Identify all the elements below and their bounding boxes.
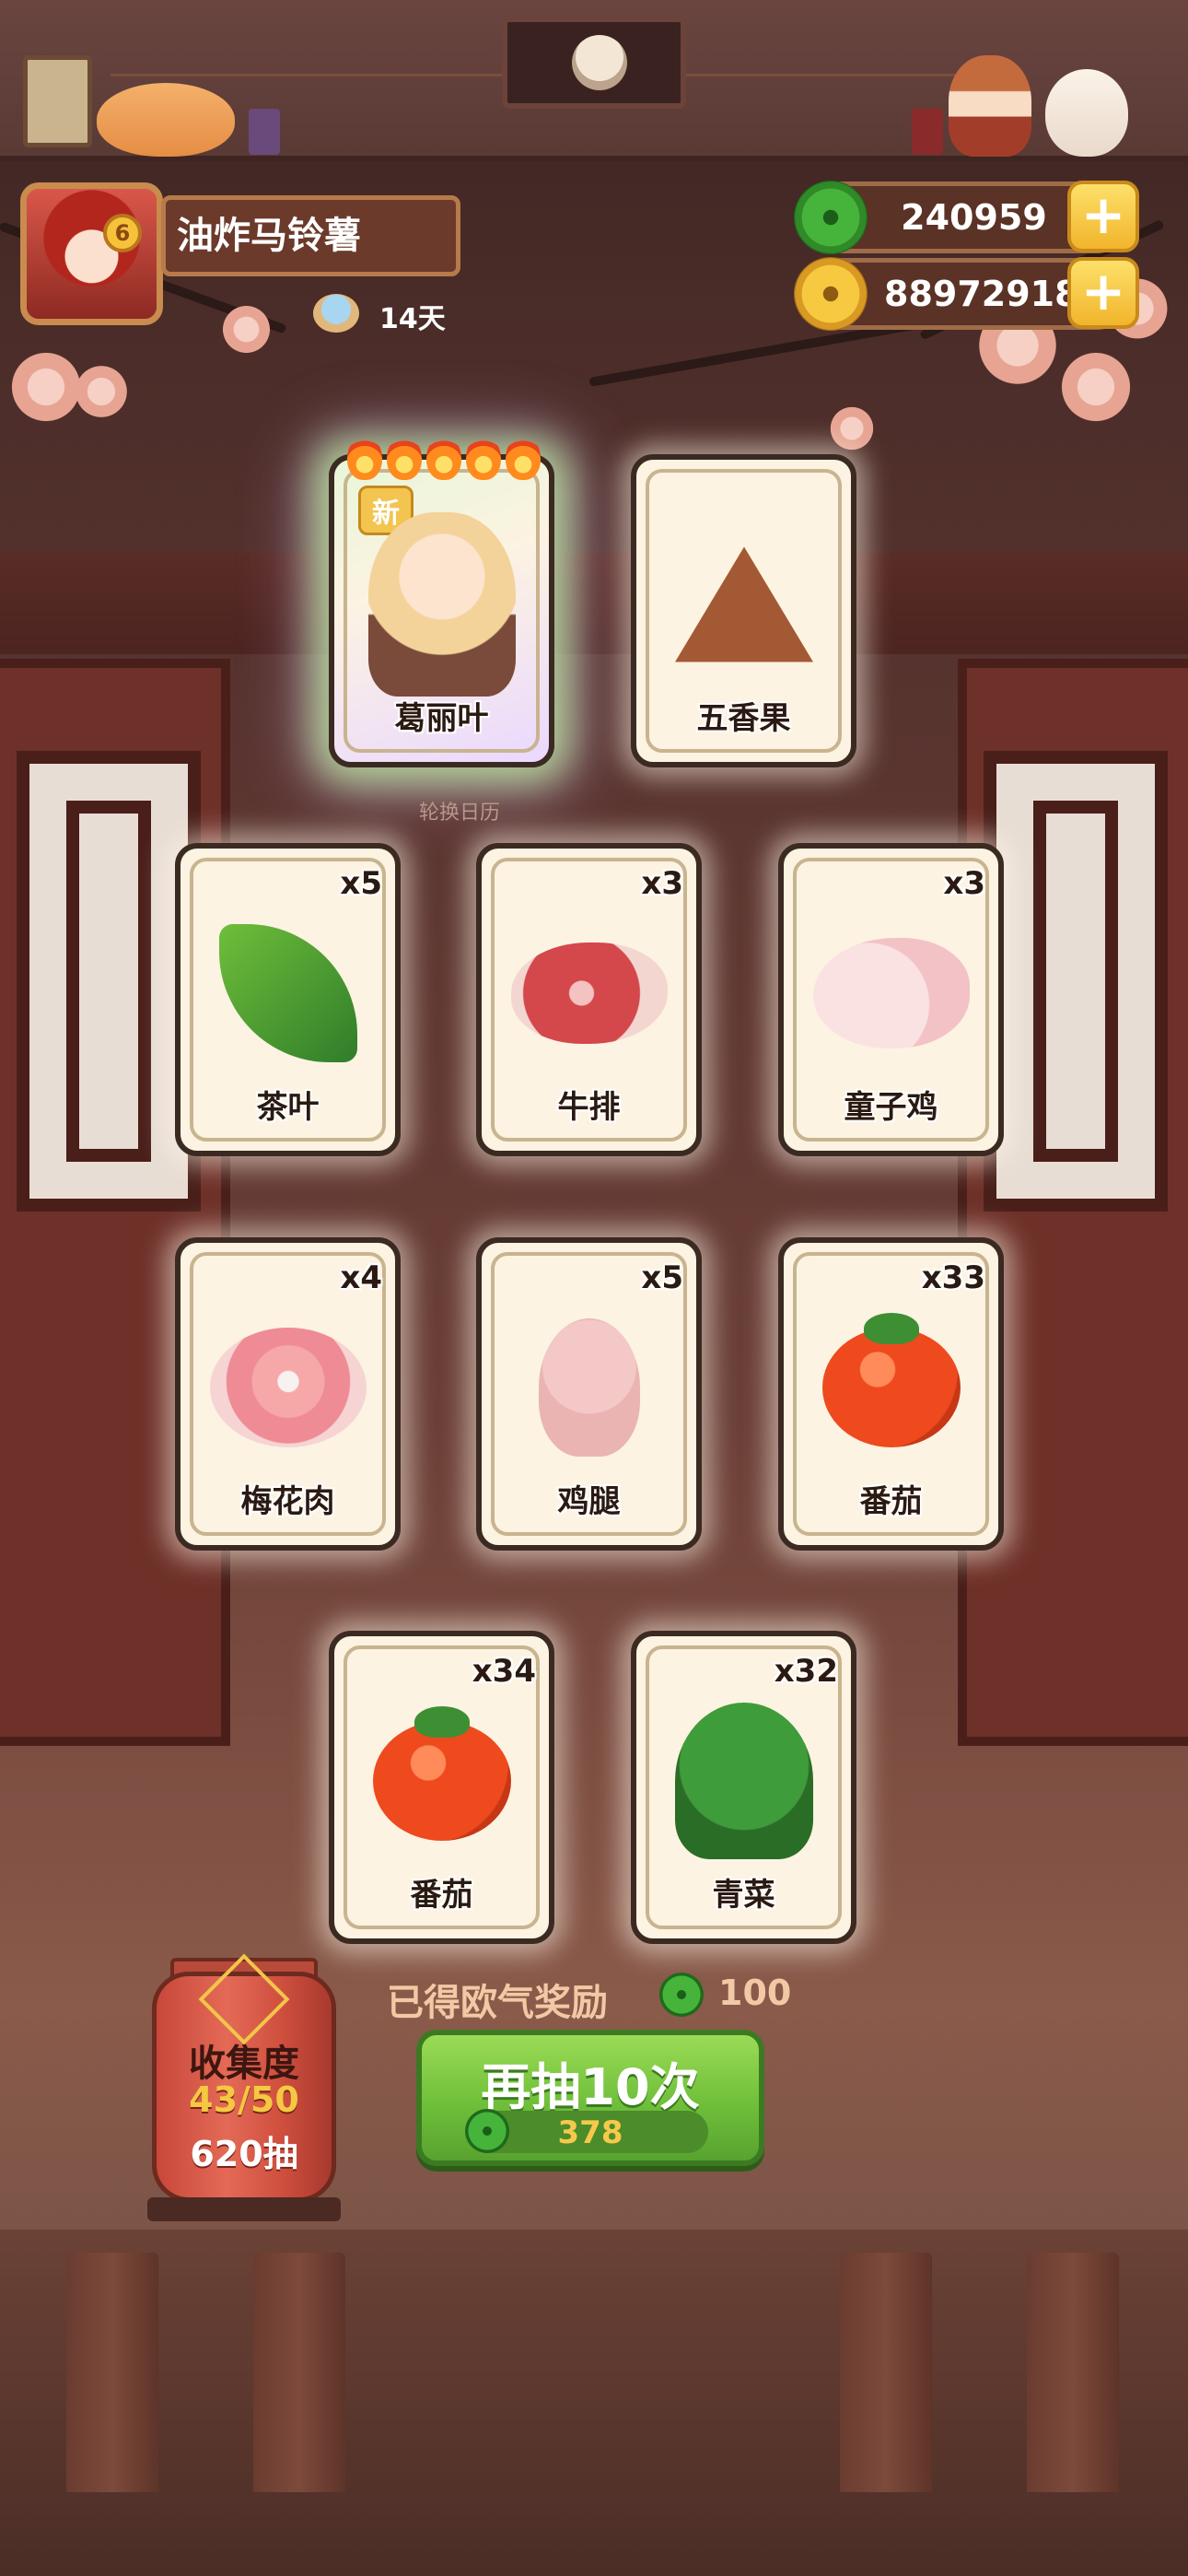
shelf-rope [111, 74, 507, 76]
spice-fruit-icon [674, 546, 813, 662]
railing-post [253, 2253, 345, 2492]
add-jade-button[interactable]: + [1067, 181, 1139, 252]
railing-post [66, 2253, 158, 2492]
draw-10-again-button[interactable]: 再抽10次 378 [416, 2030, 764, 2166]
draw-card[interactable]: x5 鸡腿 [476, 1237, 702, 1551]
card-label: 番茄 [859, 1483, 923, 1520]
lattice-door-right [958, 659, 1188, 1746]
card-quantity: x5 [340, 865, 382, 902]
draw-button-label: 再抽10次 [481, 2058, 700, 2116]
rarity-flames [347, 436, 545, 482]
card-label: 牛排 [557, 1089, 621, 1126]
draw-card[interactable]: x5 茶叶 [175, 843, 401, 1156]
card-label: 童子鸡 [844, 1089, 938, 1126]
tomato-icon [821, 1313, 961, 1448]
rotation-calendar-label: 轮换日历 [419, 802, 501, 825]
wall-panel [0, 553, 1188, 654]
card-quantity: x32 [774, 1653, 838, 1690]
draw-count: 620抽 [190, 2134, 298, 2174]
flame-icon [347, 436, 382, 480]
gold-amount: 88972918 [884, 274, 1079, 314]
player-name: 油炸马铃薯 [161, 195, 460, 276]
jade-coin-icon [794, 181, 868, 254]
card-quantity: x34 [472, 1653, 536, 1690]
draw-card-character[interactable]: 新 葛丽叶 [329, 436, 554, 767]
draw-card[interactable]: x32 青菜 [631, 1631, 856, 1944]
railing-post [1027, 2253, 1119, 2492]
card-quantity: x33 [921, 1259, 985, 1296]
lattice-door-left [0, 659, 230, 1746]
white-cat-decoration [1045, 69, 1128, 157]
draw-card[interactable]: x34 番茄 [329, 1631, 554, 1944]
railing-post [840, 2253, 932, 2492]
draw-card[interactable]: x33 番茄 [778, 1237, 1004, 1551]
flame-icon [426, 436, 461, 480]
cup-decoration [912, 109, 943, 155]
lantern-stand [147, 2197, 341, 2221]
jade-amount: 240959 [901, 197, 1047, 238]
blossom-flower [9, 350, 83, 424]
collection-progress: 43/50 [189, 2079, 299, 2120]
level-badge: 6 [103, 214, 142, 252]
player-avatar[interactable] [20, 182, 163, 325]
bonus-value: 100 [718, 1973, 792, 2013]
gold-currency-bar: 88972918 + [794, 257, 1139, 331]
draw-cost-value: 378 [557, 2114, 623, 2151]
days-count: 14天 [379, 303, 446, 335]
card-label: 青菜 [712, 1877, 775, 1914]
drumstick-icon [538, 1318, 640, 1458]
jade-coin-icon [659, 1973, 704, 2017]
flame-icon [387, 436, 422, 480]
tomato-icon [372, 1706, 511, 1842]
card-quantity: x3 [641, 865, 683, 902]
steak-icon [510, 943, 668, 1045]
tea-leaf-icon [218, 924, 357, 1063]
greens-icon [674, 1703, 813, 1860]
draw-card[interactable]: 五香果 [631, 454, 856, 767]
card-label: 葛丽叶 [394, 700, 489, 737]
card-label: 茶叶 [256, 1089, 320, 1126]
floor [0, 2230, 1188, 2576]
child-figure-decoration [949, 55, 1031, 157]
chicken-icon [812, 938, 970, 1049]
draw-card[interactable]: x3 童子鸡 [778, 843, 1004, 1156]
avatar-image [27, 189, 157, 319]
hanging-sign [502, 17, 686, 109]
flame-icon [506, 436, 541, 480]
blossom-flower [74, 364, 129, 419]
jade-currency-bar: 240959 + [794, 181, 1139, 254]
card-label: 鸡腿 [557, 1483, 621, 1520]
pork-icon [209, 1328, 367, 1448]
card-quantity: x5 [641, 1259, 683, 1296]
card-label: 五香果 [696, 700, 791, 737]
mascot-face [572, 35, 627, 90]
collection-progress-lantern[interactable]: 收集度 43/50 620抽 [152, 1953, 336, 2202]
blossom-flower [1059, 350, 1133, 424]
flame-icon [466, 436, 501, 480]
draw-cost: 378 [465, 2109, 708, 2153]
orange-cat-decoration [97, 83, 235, 157]
add-gold-button[interactable]: + [1067, 257, 1139, 329]
card-quantity: x3 [943, 865, 985, 902]
bowl-icon [313, 294, 359, 333]
cup-decoration [249, 109, 280, 155]
draw-card[interactable]: x4 梅花肉 [175, 1237, 401, 1551]
blossom-flower [221, 304, 272, 355]
blossom-flower [829, 405, 875, 451]
draw-card[interactable]: x3 牛排 [476, 843, 702, 1156]
shelf-rope [686, 74, 962, 76]
scroll-decoration [23, 55, 92, 147]
gold-coin-icon [794, 257, 868, 331]
card-label: 番茄 [410, 1877, 473, 1914]
card-quantity: x4 [340, 1259, 382, 1296]
character-portrait [367, 512, 516, 697]
card-label: 梅花肉 [240, 1483, 335, 1520]
bonus-label: 已得欧气奖励 [387, 1982, 608, 2024]
